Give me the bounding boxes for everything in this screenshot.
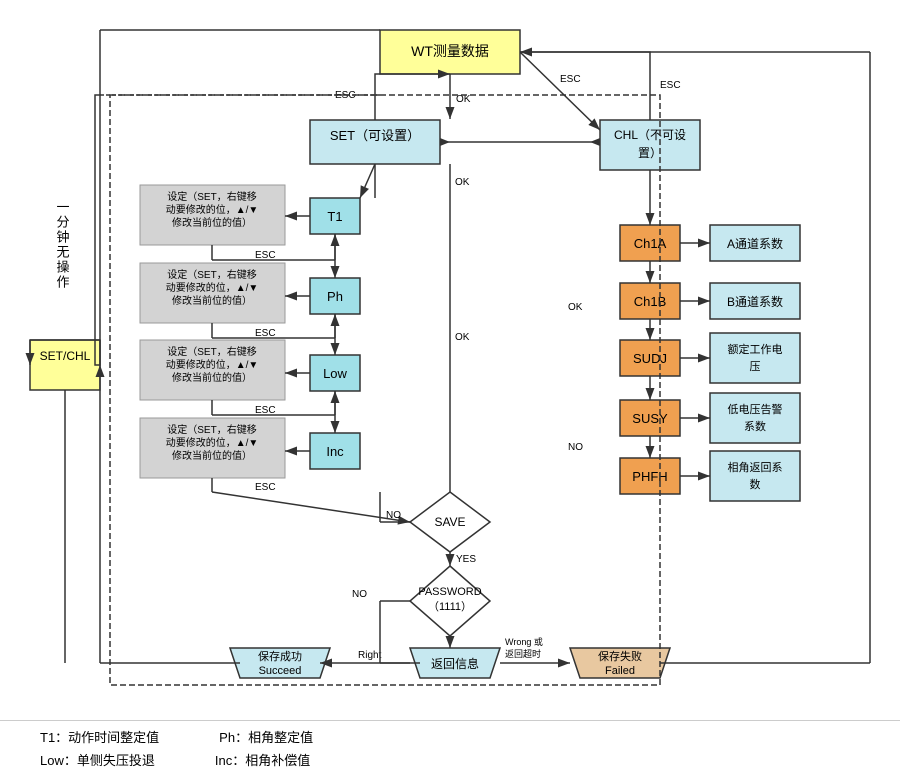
svg-text:Wrong 或: Wrong 或 [505,636,543,647]
svg-text:NO: NO [352,589,367,600]
svg-text:低电压告警: 低电压告警 [728,402,783,416]
svg-text:ESC: ESC [255,250,276,261]
legend-ph: Ph：相角整定值 [219,727,313,746]
svg-text:保存成功: 保存成功 [258,649,302,663]
svg-text:OK: OK [568,302,583,313]
svg-text:YES: YES [456,554,476,565]
svg-text:NO: NO [568,442,583,453]
svg-text:保存失败: 保存失败 [598,649,642,663]
svg-text:ESC: ESC [255,405,276,416]
svg-text:压: 压 [750,360,761,373]
svg-text:Failed: Failed [605,665,635,677]
svg-text:ESC: ESC [660,80,681,91]
svg-text:返回信息: 返回信息 [431,656,479,671]
legend: T1：动作时间整定值 Ph：相角整定值 Low：单侧失压投退 Inc：相角补偿值 [0,720,900,774]
svg-text:修改当前位的值）: 修改当前位的值） [172,449,252,462]
svg-text:A通道系数: A通道系数 [727,236,783,251]
legend-row-1: T1：动作时间整定值 Ph：相角整定值 [40,727,860,746]
svg-text:修改当前位的值）: 修改当前位的值） [172,294,252,307]
svg-text:一分钟无操作: 一分钟无操作 [55,200,70,290]
svg-text:SUDJ: SUDJ [633,351,667,366]
svg-text:（1111）: （1111） [428,600,472,613]
svg-text:额定工作电: 额定工作电 [728,342,783,356]
svg-text:设定（SET，右键移: 设定（SET，右键移 [167,268,256,281]
svg-text:Low: Low [323,366,347,381]
svg-text:PHFH: PHFH [632,469,667,484]
legend-row-2: Low：单侧失压投退 Inc：相角补偿值 [40,750,860,769]
svg-text:NO: NO [386,510,401,521]
legend-t1: T1：动作时间整定值 [40,727,159,746]
svg-text:修改当前位的值）: 修改当前位的值） [172,216,252,229]
svg-text:置）: 置） [638,146,662,160]
svg-text:ESC: ESC [255,482,276,493]
svg-text:动要修改的位，▲/▼: 动要修改的位，▲/▼ [166,203,259,216]
svg-text:ESC: ESC [255,328,276,339]
svg-text:Inc: Inc [326,444,344,459]
svg-text:返回超时: 返回超时 [505,648,541,659]
svg-text:Ph: Ph [327,289,343,304]
flowchart-svg: WT测量数据 SET（可设置） CHL（不可设 置） T1 Ph Low Inc… [0,0,900,720]
legend-inc: Inc：相角补偿值 [215,750,310,769]
svg-text:动要修改的位，▲/▼: 动要修改的位，▲/▼ [166,436,259,449]
svg-text:OK: OK [455,332,470,343]
svg-text:设定（SET，右键移: 设定（SET，右键移 [167,423,256,436]
svg-text:CHL（不可设: CHL（不可设 [614,128,686,142]
svg-text:动要修改的位，▲/▼: 动要修改的位，▲/▼ [166,358,259,371]
svg-text:Right: Right [358,650,382,661]
svg-text:T1: T1 [327,209,342,224]
svg-text:相角返回系: 相角返回系 [728,461,783,474]
svg-text:OK: OK [455,177,470,188]
svg-text:修改当前位的值）: 修改当前位的值） [172,371,252,384]
legend-low: Low：单侧失压投退 [40,750,155,769]
svg-text:系数: 系数 [744,420,766,433]
svg-text:B通道系数: B通道系数 [727,294,783,309]
diagram-container: WT测量数据 SET（可设置） CHL（不可设 置） T1 Ph Low Inc… [0,0,900,720]
svg-text:ESC: ESC [560,74,581,85]
svg-text:SUSY: SUSY [632,411,668,426]
svg-text:SET/CHL: SET/CHL [40,349,91,363]
svg-text:SET（可设置）: SET（可设置） [330,128,420,143]
svg-text:Succeed: Succeed [259,665,302,677]
svg-text:Ch1A: Ch1A [634,236,667,251]
svg-text:PASSWORD: PASSWORD [418,586,481,598]
svg-text:WT测量数据: WT测量数据 [411,43,489,59]
svg-text:设定（SET，右键移: 设定（SET，右键移 [167,345,256,358]
svg-text:动要修改的位，▲/▼: 动要修改的位，▲/▼ [166,281,259,294]
svg-text:数: 数 [750,478,761,491]
svg-text:设定（SET，右键移: 设定（SET，右键移 [167,190,256,203]
svg-text:SAVE: SAVE [434,515,465,529]
svg-text:Ch1B: Ch1B [634,294,667,309]
